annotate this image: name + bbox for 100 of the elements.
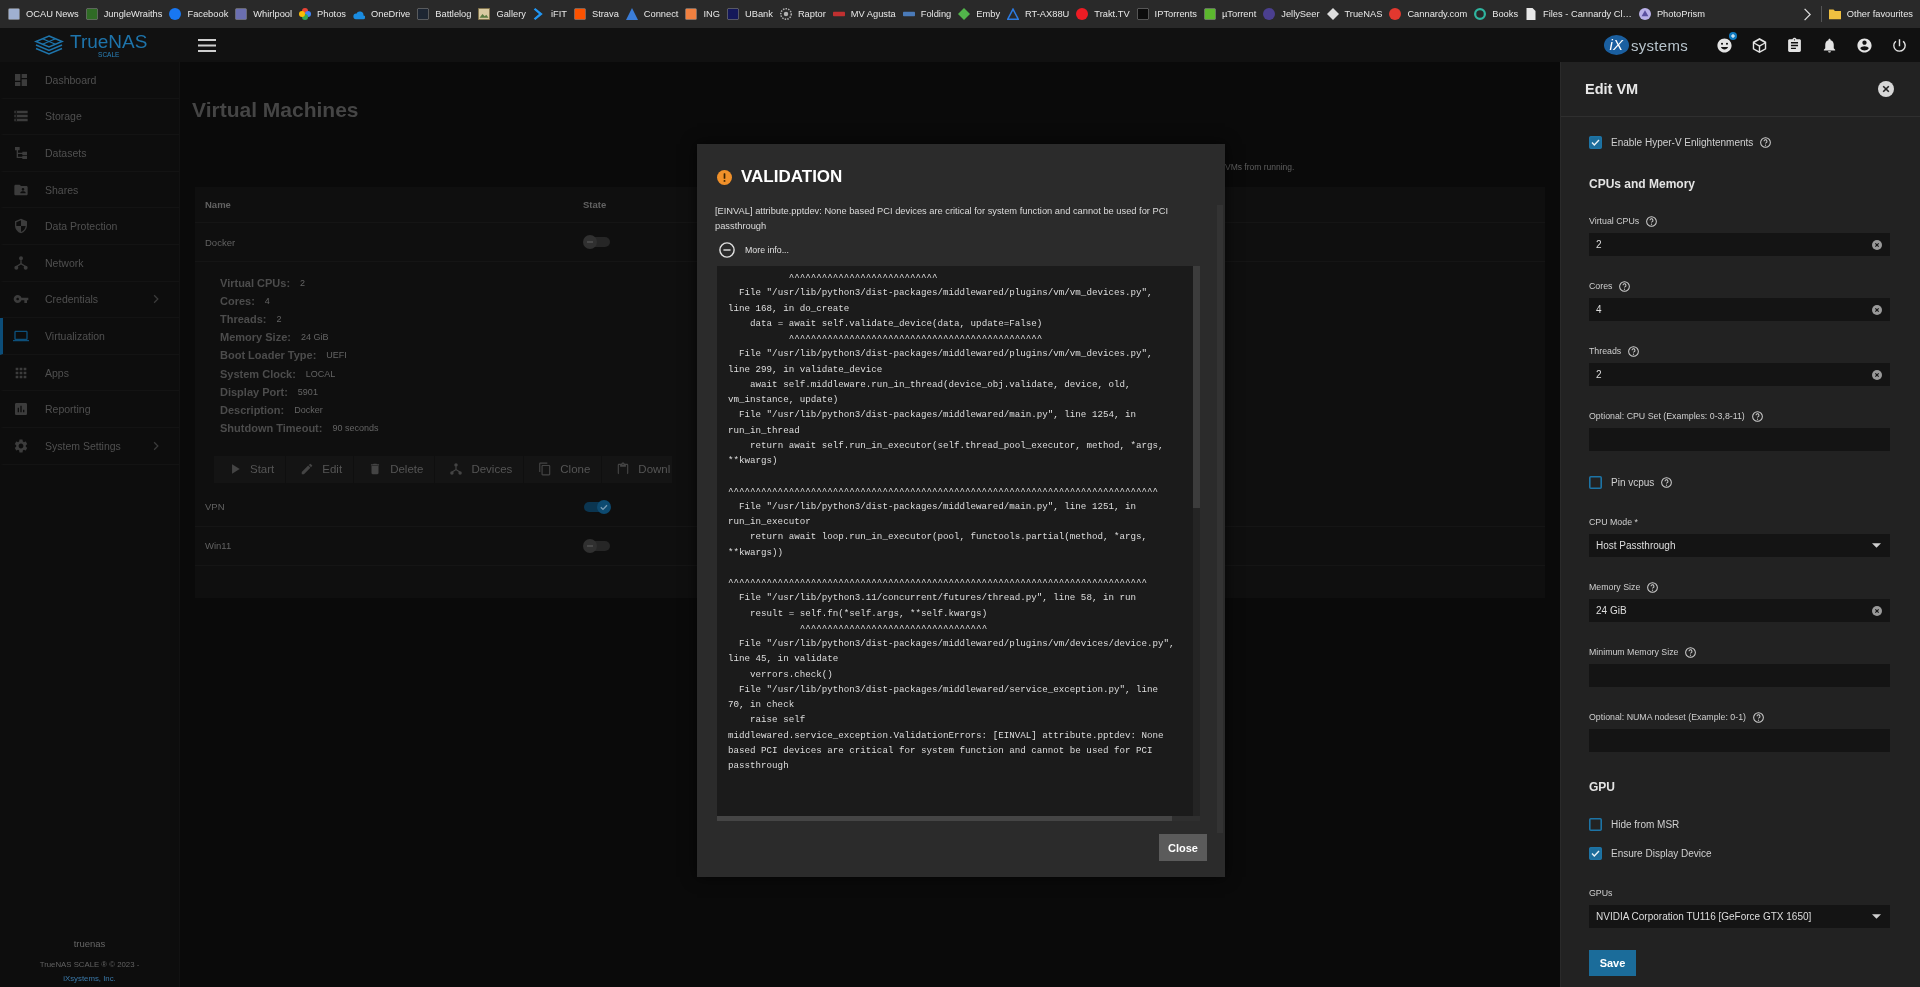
toggle-switch[interactable] — [583, 499, 611, 514]
diamond-icon — [958, 8, 971, 20]
tile-icon — [417, 8, 430, 20]
gear-icon — [13, 437, 29, 454]
detail-value: Docker — [294, 404, 323, 415]
scrollbar-thumb[interactable] — [1193, 266, 1200, 508]
circle-icon — [1076, 8, 1089, 20]
field-label: Virtual CPUs — [1589, 216, 1640, 226]
triangle-icon — [625, 8, 638, 20]
input-field[interactable]: 4 — [1589, 298, 1890, 321]
close-button[interactable]: Close — [1159, 834, 1207, 861]
error-message: [EINVAL] attribute.pptdev: None based PCI devices are critical for system function and cannot be used for PCI passthrough — [715, 205, 1170, 233]
save-button[interactable]: Save — [1589, 950, 1636, 976]
bookmark-link[interactable]: ING — [682, 5, 723, 23]
cloud-icon — [353, 8, 365, 20]
table-cell: Docker — [205, 236, 236, 248]
close-icon[interactable] — [1878, 81, 1894, 97]
menu-icon[interactable] — [198, 38, 216, 52]
bookmark-link[interactable]: PhotoPrism — [1635, 5, 1708, 23]
bookmark-link[interactable]: Strava — [570, 5, 622, 23]
section-heading: CPUs and Memory — [1589, 176, 1697, 192]
clear-icon[interactable] — [1872, 369, 1882, 380]
trace-text: ^^^^^^^^^^^^^^^^^^^^^^^^^^^ File "/usr/lib/python3/dist-packages/middlewared/plugins/vm/vm_devices.py", line 168, in do_create data = await self.validate_device(data, update=False) ^^^^^^^^^^^^^^^^^^^^^^^^^^^^^^^^^^^^^^^^^^^^^^ File "/usr/lib/python3/dist-packages/middlewared/plugins/vm/vm_devices.py", line 299, in validate_device await self.middleware.run_in_thread(device_obj.validate, device, old, vm_instance, update) File "/usr/lib/python3/dist-packages/middlewared/main.py", line 1254, in run_in_thread return await self.run_in_executor(self.thread_pool_executor, method, *args, **kwargs) ^^^^^^^^^^^^^^^^^^^^^^^^^^^^^^^^^^^^^^^^^^^^^^^^^^^^^^^^^^^^^^^^^^^^^^^^^^^^^^ File "/usr/lib/python3/dist-packages/middlewared/main.py", line 1251, in run_in_executor return await loop.run_in_executor(pool, functools.partial(method, *args, **kwargs)) ^^^^^^^^^^^^^^^^^^^^^^^^^^^^^^^^^^^^^^^^^^^^^^^^^^^^^^^^^^^^^^^^^^^^^^^^^^^^ File "/usr/lib/python3.11/concurrent/futures/thread.py", line 58, in run result = self.fn(*self.args, **self.kwargs) ^^^^^^^^^^^^^^^^^^^^^^^^^^^^^^^^^^ File "/usr/lib/python3/dist-packages/middlewared/plugins/vm/devices/device.py", line 45, in validate verrors.check() File "/usr/lib/python3/dist-packages/middlewared/service_exception.py", line 70, in check raise self middlewared.service_exception.ValidationErrors: [EINVAL] attribute.pptdev: None based PCI devices are critical for system function and cannot be used for PCI passthrough — [728, 271, 1176, 773]
bell-icon[interactable] — [1821, 36, 1838, 54]
more-info-toggle[interactable]: More info... — [715, 240, 793, 260]
clear-icon[interactable] — [1872, 304, 1882, 315]
bookmark-link[interactable]: UBank — [724, 5, 776, 23]
toggle-switch[interactable] — [583, 235, 611, 249]
bookmark-link[interactable]: Cannardy.com — [1386, 5, 1471, 23]
page-note: VMs from running. — [1225, 162, 1295, 172]
bookmark-link[interactable]: Connect — [622, 5, 682, 23]
bookmark-link[interactable]: Folding — [899, 5, 955, 23]
bookmark-link[interactable]: JungleWraiths — [82, 5, 166, 23]
checkbox-label: Pin vcpus — [1611, 476, 1655, 488]
folder-icon — [1828, 8, 1841, 20]
bookmark-link[interactable]: Trakt.TV — [1073, 5, 1133, 23]
help-icon[interactable] — [1685, 646, 1697, 658]
bookmark-link[interactable]: µTorrent — [1200, 5, 1260, 23]
help-icon[interactable] — [1628, 345, 1640, 357]
account-icon[interactable] — [1856, 36, 1873, 54]
clear-icon[interactable] — [1872, 239, 1882, 250]
input-field[interactable]: 2 — [1589, 363, 1890, 386]
detail-value: 4 — [264, 296, 270, 307]
bookmark-link[interactable]: Emby — [955, 5, 1004, 23]
plus-badge-icon — [1729, 31, 1737, 40]
clear-icon[interactable] — [1872, 605, 1882, 616]
help-icon[interactable] — [1760, 136, 1772, 148]
tile-icon — [573, 8, 586, 20]
bookmark-link[interactable]: Books — [1471, 5, 1522, 23]
smiley-icon[interactable] — [1716, 36, 1733, 54]
bookmark-link[interactable]: MV Agusta — [829, 5, 899, 23]
shield-icon — [13, 218, 29, 235]
logo-icon — [34, 35, 64, 55]
bookmark-link[interactable]: Files - Cannardy Cl… — [1522, 5, 1635, 23]
detail-label: Boot Loader Type: — [220, 349, 317, 362]
toggle-switch[interactable] — [583, 538, 611, 553]
table-cell: Win11 — [205, 540, 232, 552]
tile-icon — [685, 8, 698, 20]
help-icon[interactable] — [1661, 476, 1673, 488]
checkbox[interactable] — [1589, 135, 1602, 149]
checkbox[interactable] — [1589, 475, 1602, 489]
help-icon[interactable] — [1647, 581, 1659, 593]
input-field[interactable]: 24 GiB — [1589, 599, 1890, 622]
bookmark-link[interactable]: RT-AX88U — [1004, 5, 1073, 23]
bookmark-link[interactable]: Battlelog — [414, 5, 475, 23]
bookmark-link[interactable]: OCAU News — [5, 5, 82, 23]
bookmark-folder[interactable]: Other favourites — [1825, 5, 1916, 23]
bookmark-link[interactable]: Photos — [296, 5, 349, 23]
select-field[interactable]: Host Passthrough — [1589, 534, 1890, 557]
help-icon[interactable] — [1751, 410, 1763, 422]
help-icon[interactable] — [1646, 215, 1658, 227]
bookmark-link[interactable]: TrueNAS — [1323, 5, 1386, 23]
bookmark-link[interactable]: OneDrive — [350, 5, 414, 23]
warning-icon — [717, 169, 732, 185]
tile-icon — [1203, 8, 1216, 20]
bookmark-link[interactable]: JellySeer — [1260, 5, 1323, 23]
help-icon[interactable] — [1752, 711, 1764, 723]
power-icon[interactable] — [1891, 36, 1908, 54]
bookmark-link[interactable]: Raptor — [776, 5, 829, 23]
checkbox[interactable] — [1589, 846, 1602, 860]
nodes-icon — [13, 254, 29, 271]
hostname-text: truenas — [73, 937, 106, 951]
bookmark-link[interactable]: Gallery — [475, 5, 529, 23]
select-field[interactable]: NVIDIA Corporation TU116 [GeForce GTX 1650] — [1589, 905, 1890, 928]
bookmark-link[interactable]: Whirlpool — [232, 5, 296, 23]
field-label: Optional: CPU Set (Examples: 0-3,8-11) — [1589, 411, 1745, 421]
bookmark-link[interactable]: IPTorrents — [1133, 5, 1200, 23]
bookmark-link[interactable]: Facebook — [166, 5, 232, 23]
checkbox[interactable] — [1589, 817, 1602, 831]
triangle-icon — [1007, 8, 1020, 20]
detail-label: Threads: — [220, 313, 267, 326]
input-field[interactable]: 2 — [1589, 233, 1890, 256]
cube-icon[interactable] — [1751, 36, 1768, 54]
column-header: Name — [205, 199, 231, 210]
clipboard-icon[interactable] — [1786, 36, 1803, 54]
chevron-right-icon[interactable] — [1802, 7, 1811, 21]
pinwheel-icon — [299, 8, 312, 20]
field-label: CPU Mode * — [1589, 517, 1638, 527]
help-icon[interactable] — [1619, 280, 1631, 292]
bookmark-link[interactable]: iFIT — [529, 5, 570, 23]
